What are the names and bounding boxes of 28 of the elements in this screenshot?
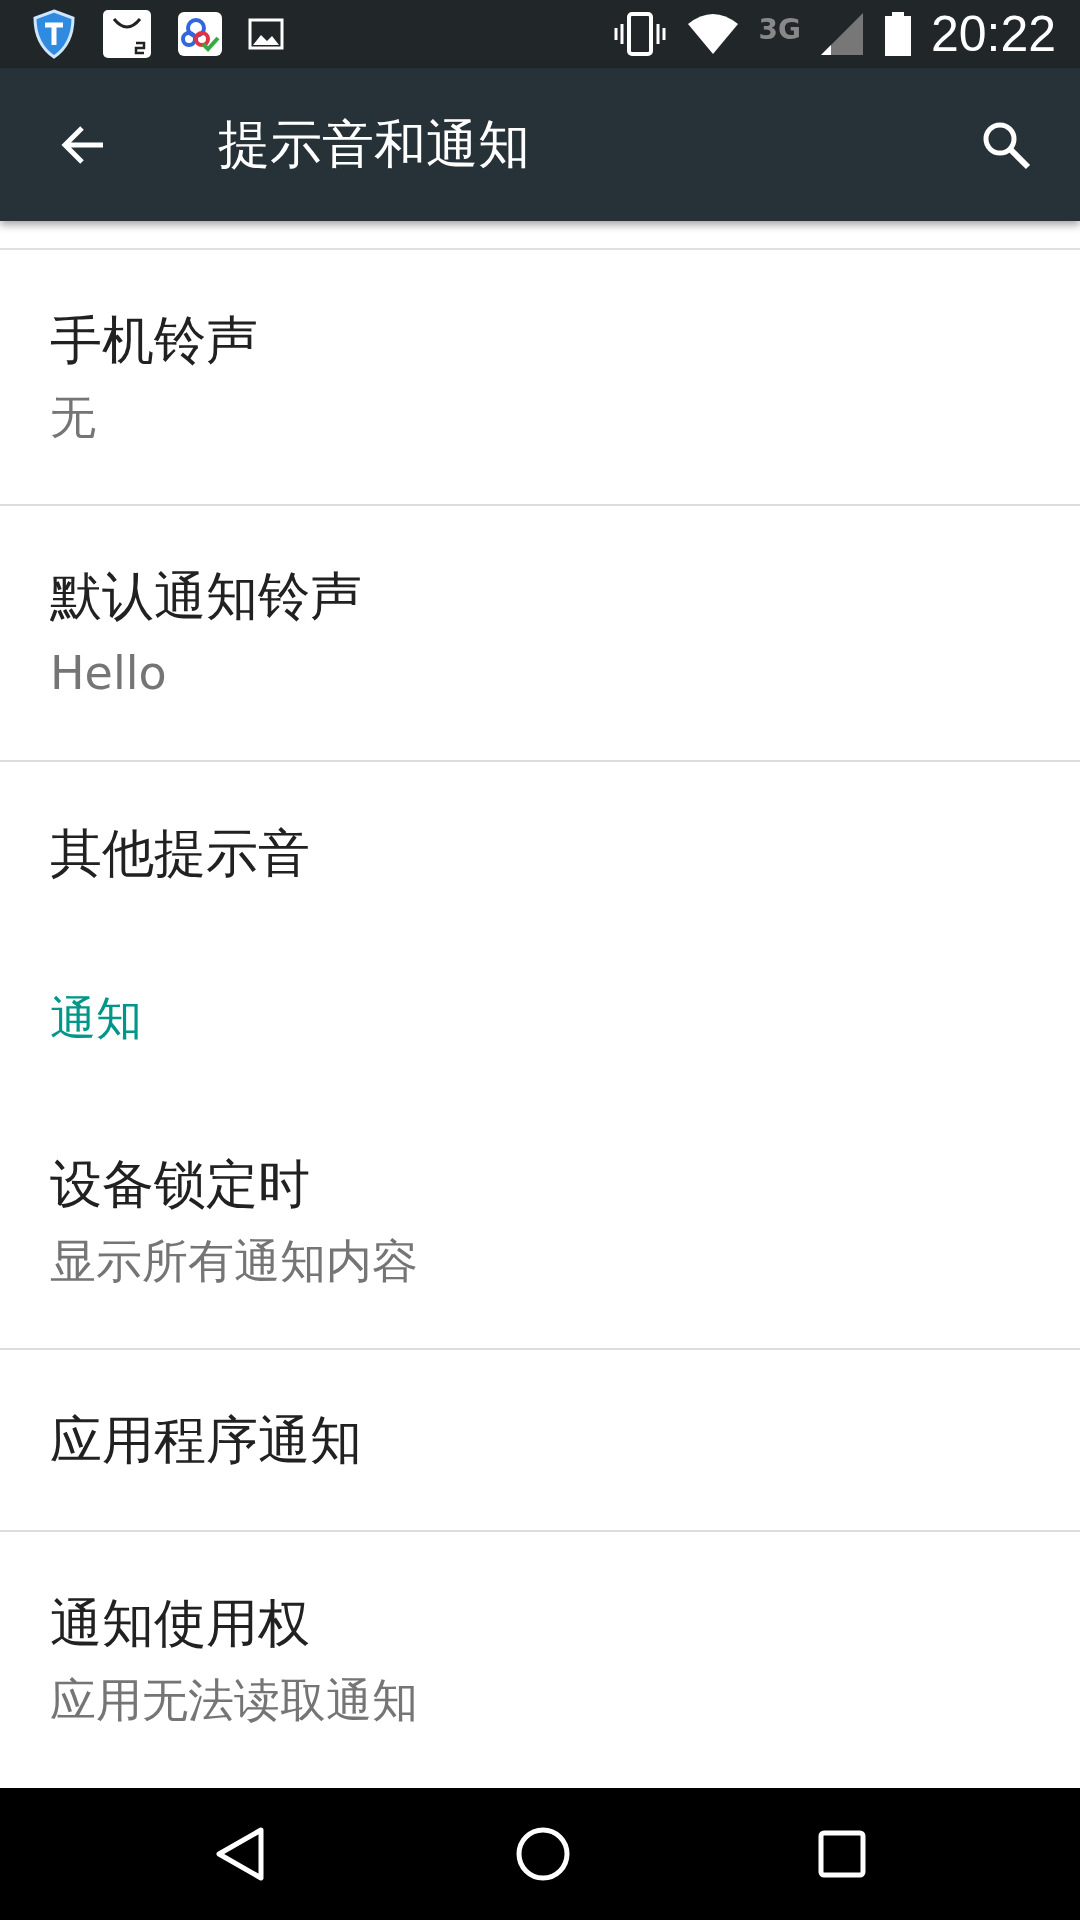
settings-item[interactable]: 设备锁定时 显示所有通知内容 [0, 1093, 1080, 1350]
vibrate-icon [612, 12, 669, 57]
cloud-check-icon [178, 12, 222, 57]
clock: 20:22 [930, 5, 1056, 64]
item-title: 默认通知铃声 [50, 564, 363, 628]
shopping-bag-icon [102, 9, 152, 60]
settings-item[interactable]: 通知使用权 应用无法读取通知 [0, 1531, 1080, 1788]
item-title: 手机铃声 [50, 308, 259, 372]
network-type: 3G [758, 13, 801, 47]
settings-item[interactable]: 其他提示音 [0, 761, 1080, 944]
item-title: 设备锁定时 [50, 1152, 311, 1216]
home-icon[interactable] [515, 1825, 571, 1882]
battery-icon [882, 11, 913, 58]
image-icon [248, 16, 284, 53]
screen-title: 提示音和通知 [218, 112, 531, 176]
item-title: 通知使用权 [50, 1591, 311, 1655]
settings-item[interactable]: 默认通知铃声 Hello [0, 505, 1080, 762]
item-title: 应用程序通知 [50, 1408, 363, 1472]
section-header: 通知 [50, 989, 142, 1047]
item-summary: 显示所有通知内容 [50, 1232, 419, 1290]
item-summary: 应用无法读取通知 [50, 1671, 419, 1729]
item-title: 其他提示音 [50, 821, 311, 885]
recent-apps-icon[interactable] [817, 1828, 867, 1879]
item-summary: 无 [50, 388, 97, 446]
item-summary: Hello [50, 644, 168, 702]
settings-item[interactable]: 应用程序通知 [0, 1349, 1080, 1532]
settings-item[interactable]: 手机铃声 无 [0, 249, 1080, 506]
shield-icon [32, 9, 76, 60]
